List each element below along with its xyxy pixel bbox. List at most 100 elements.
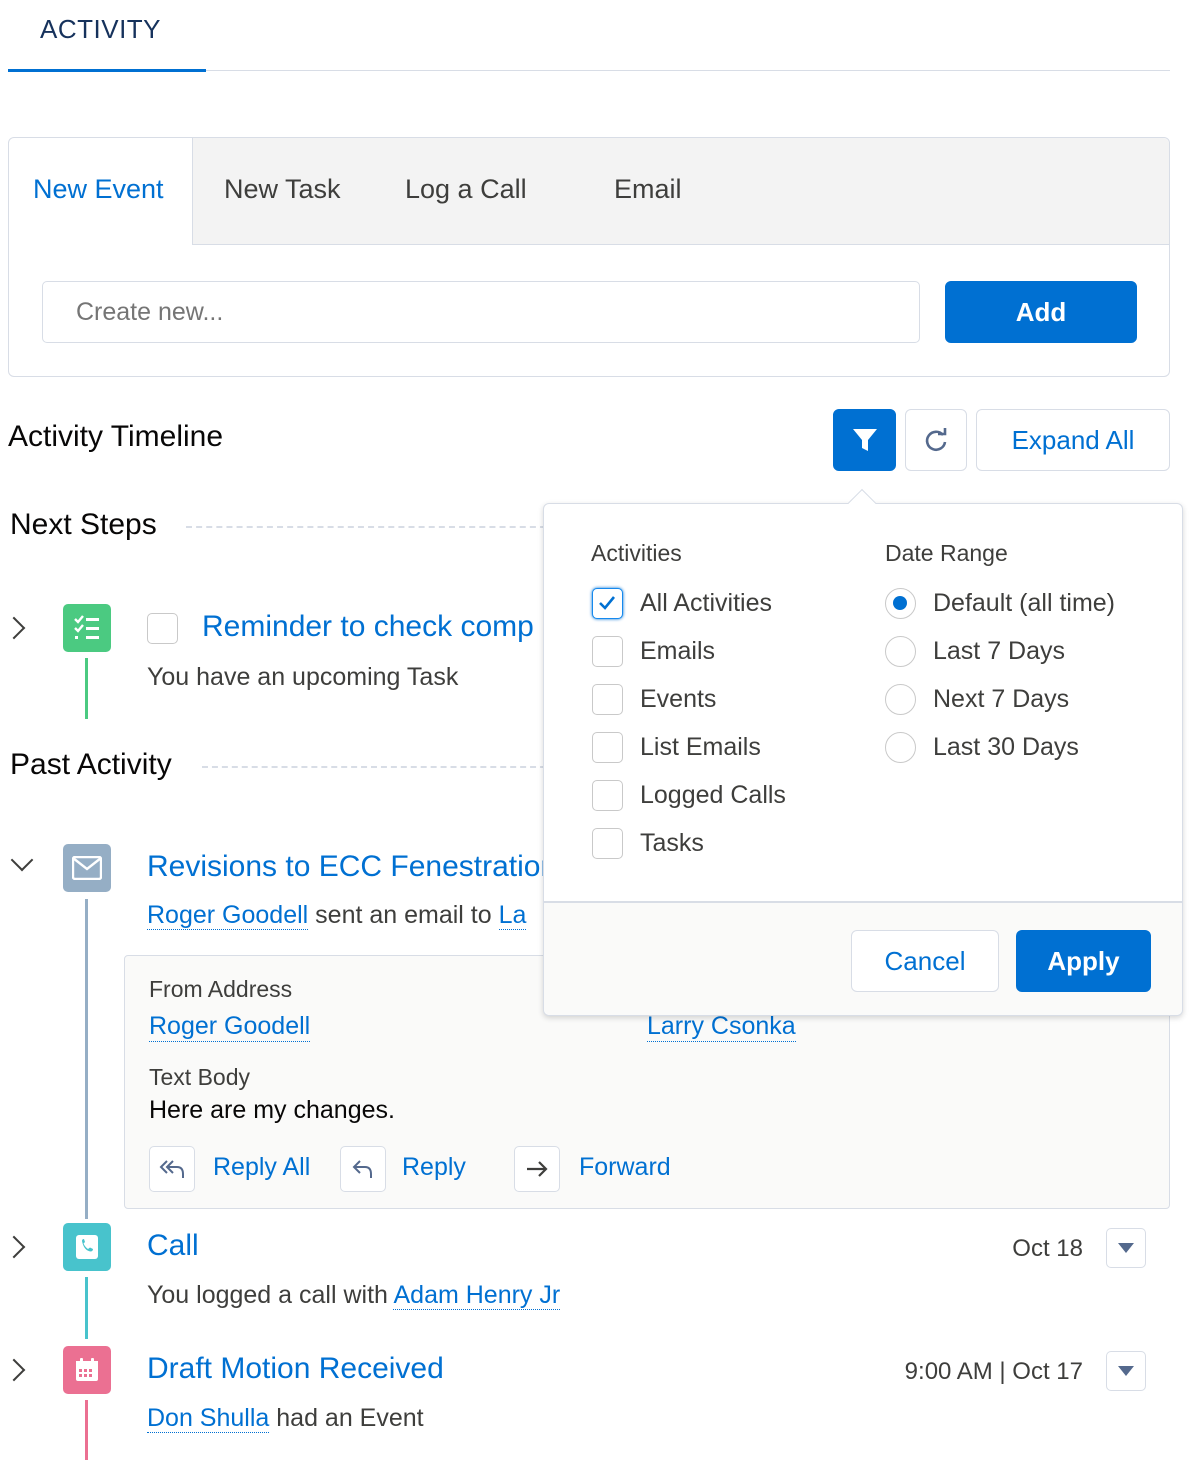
activities-heading: Activities — [591, 540, 682, 566]
to-address-link[interactable]: Larry Csonka — [647, 1012, 796, 1042]
reply-link[interactable]: Reply — [402, 1153, 466, 1182]
activity-tab-label: ACTIVITY — [40, 14, 162, 44]
call-menu-button[interactable] — [1106, 1228, 1146, 1268]
events-checkbox[interactable] — [592, 684, 623, 715]
default-all-time-radio[interactable] — [885, 588, 916, 619]
reminder-expand-chevron-icon[interactable] — [2, 616, 26, 640]
email-timeline-line — [85, 899, 88, 1219]
date-option-last-7[interactable]: Last 7 Days — [885, 636, 1165, 672]
forward-icon-button[interactable] — [514, 1146, 560, 1192]
emails-checkbox[interactable] — [592, 636, 623, 667]
all-activities-checkbox[interactable] — [592, 588, 623, 619]
email-title[interactable]: Revisions to ECC Fenestration — [147, 850, 557, 884]
reminder-checkbox[interactable] — [147, 613, 178, 644]
tab-divider — [206, 70, 1170, 71]
checkmark-icon — [599, 596, 616, 610]
date-option-next-7[interactable]: Next 7 Days — [885, 684, 1165, 720]
event-menu-caret-icon — [1118, 1366, 1134, 1376]
event-expand-chevron-icon[interactable] — [2, 1358, 26, 1382]
logged-calls-checkbox[interactable] — [592, 780, 623, 811]
call-summary: You logged a call with Adam Henry Jr — [147, 1281, 561, 1310]
timeline-title: Activity Timeline — [8, 420, 224, 453]
event-date: 9:00 AM | Oct 17 — [904, 1358, 1083, 1385]
activity-option-emails[interactable]: Emails — [592, 636, 842, 672]
popover-footer: Cancel Apply — [544, 901, 1182, 1015]
default-all-time-label: Default (all time) — [933, 589, 1115, 617]
event-title[interactable]: Draft Motion Received — [147, 1352, 444, 1386]
email-sender-link[interactable]: Roger Goodell — [147, 901, 309, 930]
emails-label: Emails — [640, 637, 716, 665]
text-body-value: Here are my changes. — [149, 1096, 395, 1124]
activity-option-list-emails[interactable]: List Emails — [592, 732, 842, 768]
all-activities-label: All Activities — [640, 589, 772, 617]
event-menu-button[interactable] — [1106, 1351, 1146, 1391]
tab-log-a-call[interactable]: Log a Call — [405, 174, 527, 205]
email-sent-text: sent an email to — [308, 901, 499, 929]
text-body-label: Text Body — [149, 1064, 250, 1090]
next-steps-divider — [186, 526, 546, 528]
reply-icon-button[interactable] — [340, 1146, 386, 1192]
event-timeline-line — [85, 1400, 88, 1460]
reminder-title[interactable]: Reminder to check comp — [202, 610, 534, 644]
tasks-checkbox[interactable] — [592, 828, 623, 859]
tab-new-task[interactable]: New Task — [224, 174, 341, 205]
date-option-last-30[interactable]: Last 30 Days — [885, 732, 1165, 768]
activity-option-tasks[interactable]: Tasks — [592, 828, 842, 864]
last-7-days-radio[interactable] — [885, 636, 916, 667]
call-timeline-line — [85, 1277, 88, 1339]
past-activity-divider — [202, 766, 546, 768]
forward-arrow-icon — [527, 1161, 548, 1177]
email-icon — [63, 844, 111, 892]
next-7-days-label: Next 7 Days — [933, 685, 1070, 713]
reply-all-icon — [159, 1160, 184, 1178]
activity-option-all[interactable]: All Activities — [592, 588, 842, 624]
list-emails-checkbox[interactable] — [592, 732, 623, 763]
forward-link[interactable]: Forward — [579, 1153, 671, 1182]
refresh-button[interactable] — [905, 409, 967, 471]
tasks-label: Tasks — [640, 829, 704, 857]
list-emails-label: List Emails — [640, 733, 761, 761]
activity-option-logged-calls[interactable]: Logged Calls — [592, 780, 842, 816]
email-recipient-link[interactable]: La — [498, 901, 527, 930]
reply-all-link[interactable]: Reply All — [213, 1153, 310, 1182]
composer-card: New Event New Task Log a Call Email Add — [8, 137, 1170, 377]
create-new-input[interactable] — [42, 281, 920, 343]
apply-button[interactable]: Apply — [1016, 930, 1151, 992]
call-date: Oct 18 — [1012, 1235, 1083, 1262]
last-30-days-label: Last 30 Days — [933, 733, 1079, 761]
last-30-days-radio[interactable] — [885, 732, 916, 763]
reply-icon — [352, 1160, 372, 1178]
call-icon — [63, 1223, 111, 1271]
next-7-days-radio[interactable] — [885, 684, 916, 715]
call-title[interactable]: Call — [147, 1229, 199, 1263]
expand-all-button[interactable]: Expand All — [976, 409, 1170, 471]
add-button[interactable]: Add — [945, 281, 1137, 343]
cancel-button[interactable]: Cancel — [851, 930, 999, 992]
last-7-days-label: Last 7 Days — [933, 637, 1066, 665]
activity-option-events[interactable]: Events — [592, 684, 842, 720]
from-address-link[interactable]: Roger Goodell — [149, 1012, 311, 1042]
tab-new-event[interactable]: New Event — [33, 174, 164, 205]
events-label: Events — [640, 685, 717, 713]
call-contact-link[interactable]: Adam Henry Jr — [393, 1281, 561, 1310]
past-activity-heading: Past Activity — [10, 748, 172, 781]
activity-tab[interactable]: ACTIVITY — [8, 0, 206, 72]
reminder-subtitle: You have an upcoming Task — [147, 663, 459, 691]
date-option-default[interactable]: Default (all time) — [885, 588, 1165, 624]
logged-calls-label: Logged Calls — [640, 781, 786, 809]
next-steps-heading: Next Steps — [10, 508, 157, 541]
email-summary: Roger Goodell sent an email to La — [147, 901, 527, 930]
filter-button[interactable] — [833, 409, 896, 471]
call-expand-chevron-icon[interactable] — [2, 1235, 26, 1259]
filter-popover: Activities All Activities Emails Events … — [543, 488, 1183, 1016]
event-summary: Don Shulla had an Event — [147, 1404, 424, 1433]
task-timeline-line — [85, 658, 88, 719]
event-text: had an Event — [269, 1404, 424, 1432]
email-collapse-chevron-icon[interactable] — [10, 848, 34, 872]
popover-nubbin — [847, 488, 877, 518]
date-range-heading: Date Range — [885, 540, 1008, 566]
task-icon — [63, 604, 111, 652]
reply-all-icon-button[interactable] — [149, 1146, 195, 1192]
event-contact-link[interactable]: Don Shulla — [147, 1404, 270, 1433]
tab-email[interactable]: Email — [614, 174, 682, 205]
